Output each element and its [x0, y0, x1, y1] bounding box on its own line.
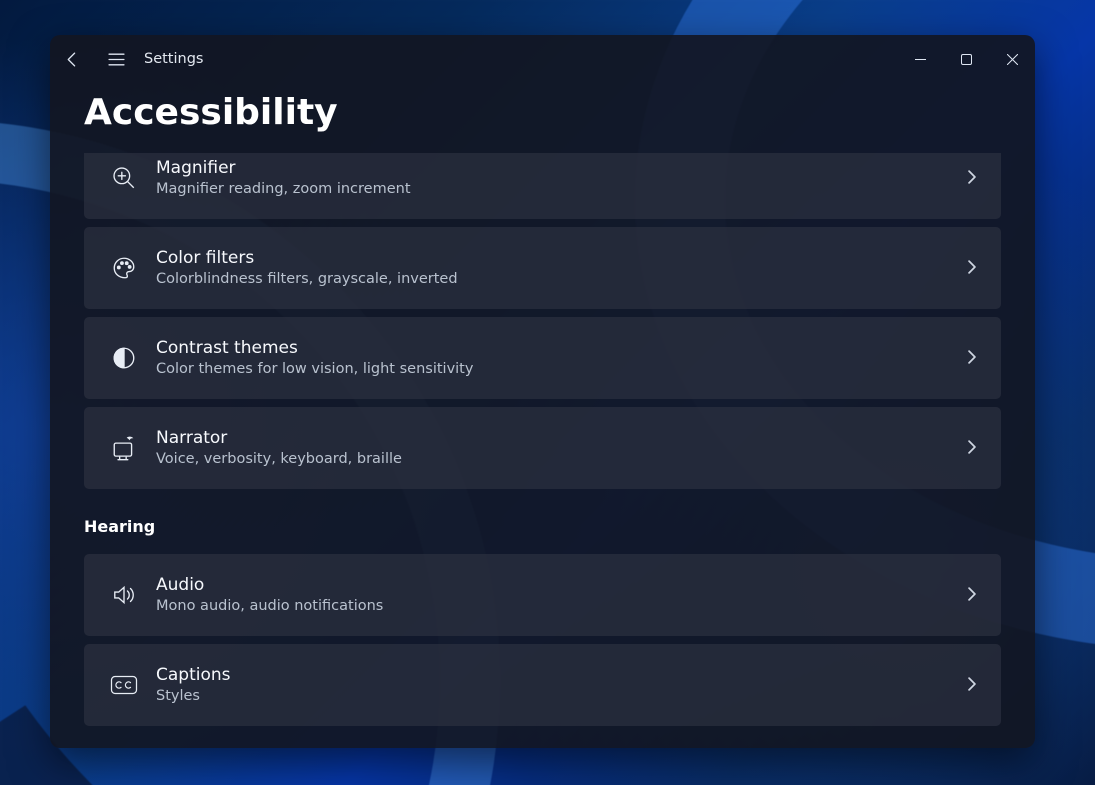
chevron-right-icon — [965, 586, 979, 605]
app-title: Settings — [144, 51, 203, 67]
item-color-filters[interactable]: Color filters Colorblindness filters, gr… — [84, 227, 1001, 309]
contrast-icon — [102, 345, 146, 371]
chevron-right-icon — [965, 439, 979, 458]
title-bar: Settings — [50, 35, 1035, 83]
nav-menu-button[interactable] — [94, 37, 138, 81]
back-button[interactable] — [50, 37, 94, 81]
item-subtitle: Magnifier reading, zoom increment — [156, 181, 965, 198]
chevron-right-icon — [965, 259, 979, 278]
audio-icon — [102, 582, 146, 608]
settings-list[interactable]: Magnifier Magnifier reading, zoom increm… — [50, 153, 1035, 748]
item-title: Color filters — [156, 248, 965, 268]
item-title: Captions — [156, 665, 965, 685]
magnifier-icon — [102, 165, 146, 191]
item-subtitle: Styles — [156, 688, 965, 705]
settings-window: Settings Accessibility Magnifier — [50, 35, 1035, 748]
item-magnifier[interactable]: Magnifier Magnifier reading, zoom increm… — [84, 153, 1001, 219]
item-contrast-themes[interactable]: Contrast themes Color themes for low vis… — [84, 317, 1001, 399]
item-subtitle: Colorblindness filters, grayscale, inver… — [156, 271, 965, 288]
minimize-button[interactable] — [897, 39, 943, 79]
item-captions[interactable]: Captions Styles — [84, 644, 1001, 726]
item-title: Narrator — [156, 428, 965, 448]
maximize-button[interactable] — [943, 39, 989, 79]
palette-icon — [102, 255, 146, 281]
item-title: Contrast themes — [156, 338, 965, 358]
item-subtitle: Mono audio, audio notifications — [156, 598, 965, 615]
narrator-icon — [102, 435, 146, 461]
chevron-right-icon — [965, 349, 979, 368]
item-narrator[interactable]: Narrator Voice, verbosity, keyboard, bra… — [84, 407, 1001, 489]
item-title: Audio — [156, 575, 965, 595]
close-button[interactable] — [989, 39, 1035, 79]
item-subtitle: Color themes for low vision, light sensi… — [156, 361, 965, 378]
captions-icon — [102, 672, 146, 698]
chevron-right-icon — [965, 169, 979, 188]
chevron-right-icon — [965, 676, 979, 695]
page-title: Accessibility — [84, 92, 1035, 133]
section-hearing: Hearing — [84, 517, 1001, 536]
item-subtitle: Voice, verbosity, keyboard, braille — [156, 451, 965, 468]
item-audio[interactable]: Audio Mono audio, audio notifications — [84, 554, 1001, 636]
item-title: Magnifier — [156, 158, 965, 178]
